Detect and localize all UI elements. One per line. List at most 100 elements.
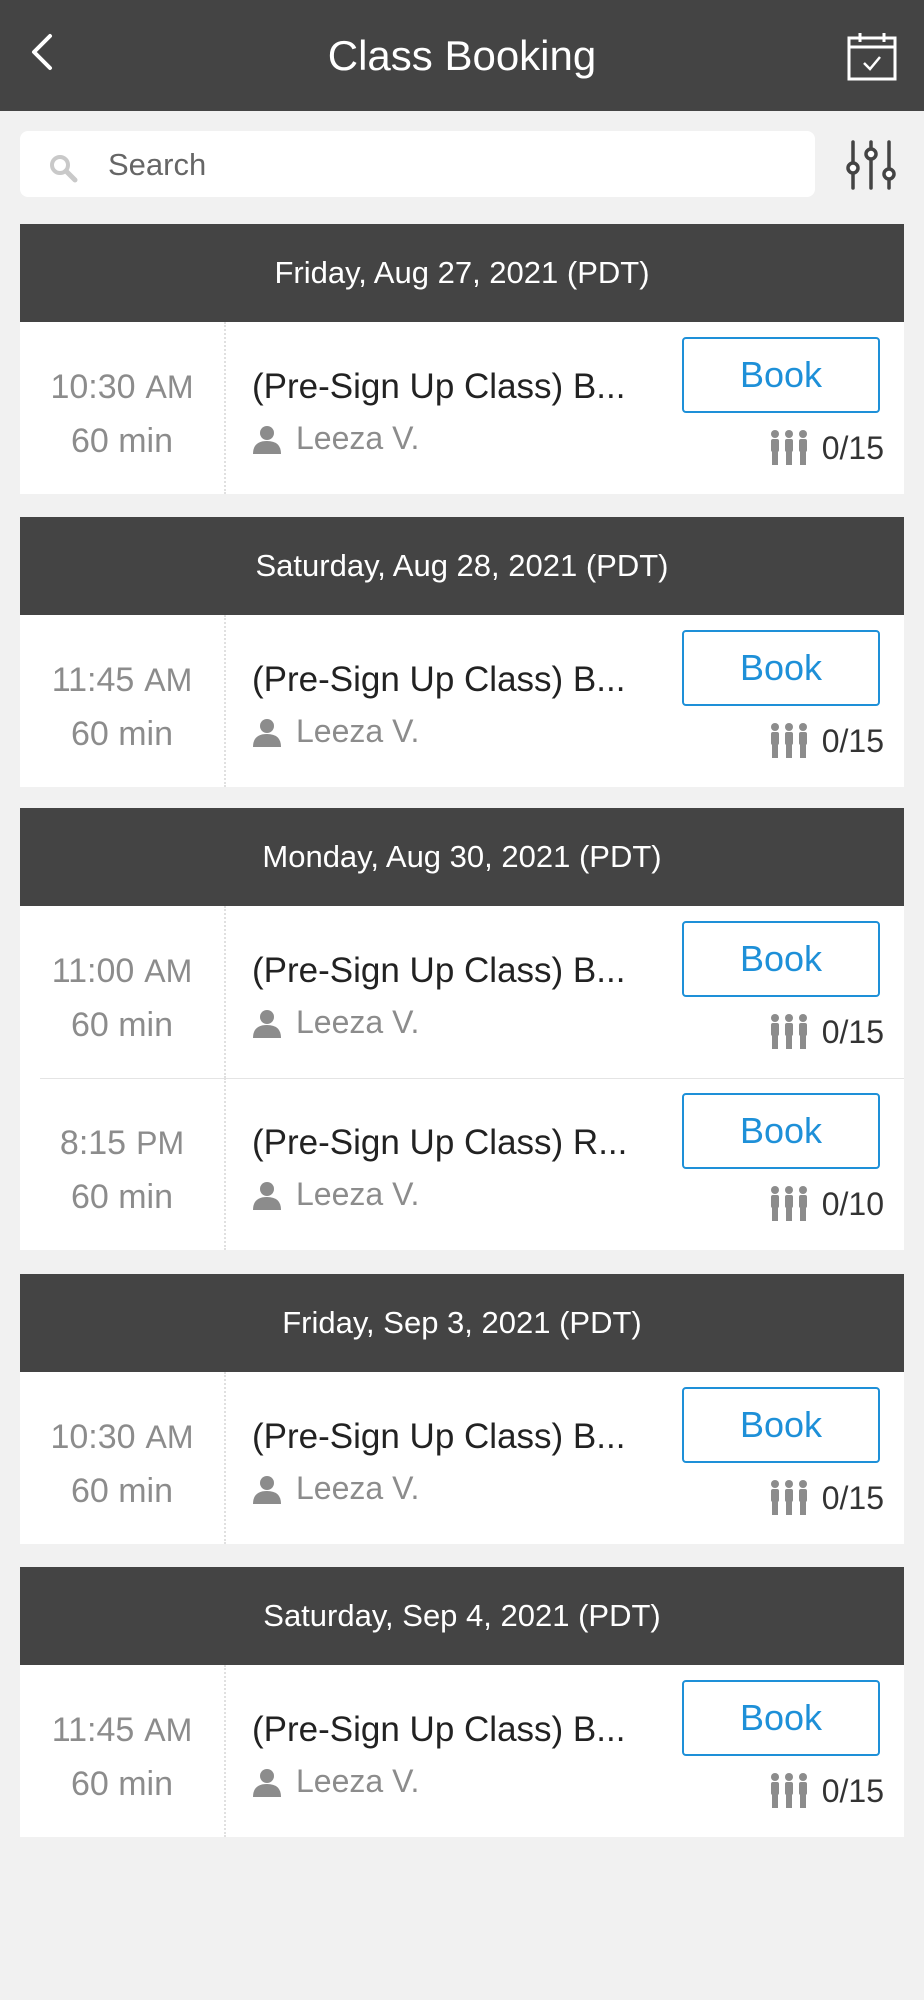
class-row[interactable]: 8:15 PM 60 min (Pre-Sign Up Class) R... L…: [20, 1078, 904, 1250]
group-icon: [768, 720, 810, 762]
person-icon: [252, 714, 282, 747]
class-duration: 60 min: [70, 1765, 174, 1803]
class-duration: 60 min: [70, 1006, 174, 1044]
instructor-name: Leeza V.: [296, 1176, 420, 1212]
day-header: Monday, Aug 30, 2021 (PDT): [20, 808, 904, 906]
instructor: Leeza V.: [252, 416, 419, 460]
group-icon: [768, 1183, 810, 1225]
day-header: Saturday, Aug 28, 2021 (PDT): [20, 517, 904, 615]
capacity-count: 0/15: [821, 1014, 884, 1050]
book-button[interactable]: Book: [682, 1093, 880, 1169]
search-input[interactable]: [106, 131, 800, 199]
time-value: 11:45: [51, 1711, 135, 1749]
group-icon: [768, 1011, 810, 1053]
class-name: (Pre-Sign Up Class) B...: [252, 951, 626, 990]
capacity: 0/15: [768, 1010, 884, 1054]
divider: [224, 1078, 226, 1250]
instructor-name: Leeza V.: [296, 1004, 420, 1040]
book-button[interactable]: Book: [682, 337, 880, 413]
instructor: Leeza V.: [252, 709, 419, 753]
book-button[interactable]: Book: [682, 1680, 880, 1756]
divider: [224, 615, 226, 787]
class-time: 10:30 AM 60 min: [20, 1410, 224, 1518]
time-value: 11:00: [51, 952, 135, 990]
class-row[interactable]: 10:30 AM 60 min (Pre-Sign Up Class) B... …: [20, 322, 904, 494]
time-ampm: AM: [145, 369, 194, 405]
group-icon: [768, 427, 810, 469]
instructor-name: Leeza V.: [296, 420, 420, 456]
capacity-count: 0/15: [821, 1480, 884, 1516]
day-section: Friday, Aug 27, 2021 (PDT) 10:30 AM 60 mi…: [20, 224, 904, 494]
divider: [224, 1372, 226, 1544]
day-section: Monday, Aug 30, 2021 (PDT) 11:00 AM 60 mi…: [20, 808, 904, 1250]
capacity: 0/10: [768, 1182, 884, 1226]
instructor-name: Leeza V.: [296, 1470, 420, 1506]
class-row[interactable]: 11:45 AM 60 min (Pre-Sign Up Class) B... …: [20, 615, 904, 787]
sliders-icon[interactable]: [843, 138, 899, 192]
person-icon: [252, 1177, 282, 1210]
person-icon: [252, 1471, 282, 1504]
calendar-check-icon[interactable]: [846, 30, 898, 82]
time-ampm: AM: [144, 1712, 193, 1748]
instructor: Leeza V.: [252, 1000, 419, 1044]
capacity: 0/15: [768, 1769, 884, 1813]
class-row[interactable]: 11:00 AM 60 min (Pre-Sign Up Class) B... …: [20, 906, 904, 1078]
book-button[interactable]: Book: [682, 1387, 880, 1463]
time-value: 10:30: [50, 1418, 136, 1456]
class-name: (Pre-Sign Up Class) R...: [252, 1123, 628, 1162]
divider: [224, 1665, 226, 1837]
capacity: 0/15: [768, 1476, 884, 1520]
instructor-name: Leeza V.: [296, 1763, 420, 1799]
day-section: Saturday, Sep 4, 2021 (PDT) 11:45 AM 60 m…: [20, 1567, 904, 1837]
person-icon: [252, 1005, 282, 1038]
group-icon: [768, 1477, 810, 1519]
group-icon: [768, 1770, 810, 1812]
class-duration: 60 min: [70, 715, 174, 753]
divider: [224, 322, 226, 494]
class-name: (Pre-Sign Up Class) B...: [252, 660, 626, 699]
time-ampm: AM: [144, 953, 193, 989]
class-time: 11:45 AM 60 min: [20, 653, 224, 761]
book-button[interactable]: Book: [682, 921, 880, 997]
divider: [224, 906, 226, 1078]
capacity-count: 0/15: [821, 1773, 884, 1809]
time-ampm: AM: [145, 1419, 194, 1455]
instructor: Leeza V.: [252, 1172, 419, 1216]
class-name: (Pre-Sign Up Class) B...: [252, 367, 626, 406]
capacity: 0/15: [768, 719, 884, 763]
day-header: Friday, Sep 3, 2021 (PDT): [20, 1274, 904, 1372]
time-value: 10:30: [50, 368, 136, 406]
capacity-count: 0/15: [821, 723, 884, 759]
page-title: Class Booking: [327, 32, 597, 79]
day-section: Friday, Sep 3, 2021 (PDT) 10:30 AM 60 min…: [20, 1274, 904, 1544]
top-bar: Class Booking: [0, 0, 924, 111]
search-bar: [20, 131, 815, 199]
class-time: 8:15 PM 60 min: [20, 1116, 224, 1224]
capacity-count: 0/10: [821, 1186, 884, 1222]
instructor-name: Leeza V.: [296, 713, 420, 749]
class-time: 11:45 AM 60 min: [20, 1703, 224, 1811]
search-icon: [48, 153, 78, 183]
class-name: (Pre-Sign Up Class) B...: [252, 1710, 626, 1749]
capacity-count: 0/15: [821, 430, 884, 466]
day-section: Saturday, Aug 28, 2021 (PDT) 11:45 AM 60 …: [20, 517, 904, 787]
day-header: Friday, Aug 27, 2021 (PDT): [20, 224, 904, 322]
time-ampm: PM: [136, 1125, 185, 1161]
time-value: 11:45: [51, 661, 135, 699]
instructor: Leeza V.: [252, 1759, 419, 1803]
time-ampm: AM: [144, 662, 193, 698]
book-button[interactable]: Book: [682, 630, 880, 706]
day-header: Saturday, Sep 4, 2021 (PDT): [20, 1567, 904, 1665]
capacity: 0/15: [768, 426, 884, 470]
person-icon: [252, 1764, 282, 1797]
instructor: Leeza V.: [252, 1466, 419, 1510]
person-icon: [252, 421, 282, 454]
time-value: 8:15: [59, 1124, 127, 1162]
class-row[interactable]: 10:30 AM 60 min (Pre-Sign Up Class) B... …: [20, 1372, 904, 1544]
class-row[interactable]: 11:45 AM 60 min (Pre-Sign Up Class) B... …: [20, 1665, 904, 1837]
class-time: 10:30 AM 60 min: [20, 360, 224, 468]
class-duration: 60 min: [70, 1472, 174, 1510]
class-duration: 60 min: [70, 422, 174, 460]
class-duration: 60 min: [70, 1178, 174, 1216]
class-name: (Pre-Sign Up Class) B...: [252, 1417, 626, 1456]
